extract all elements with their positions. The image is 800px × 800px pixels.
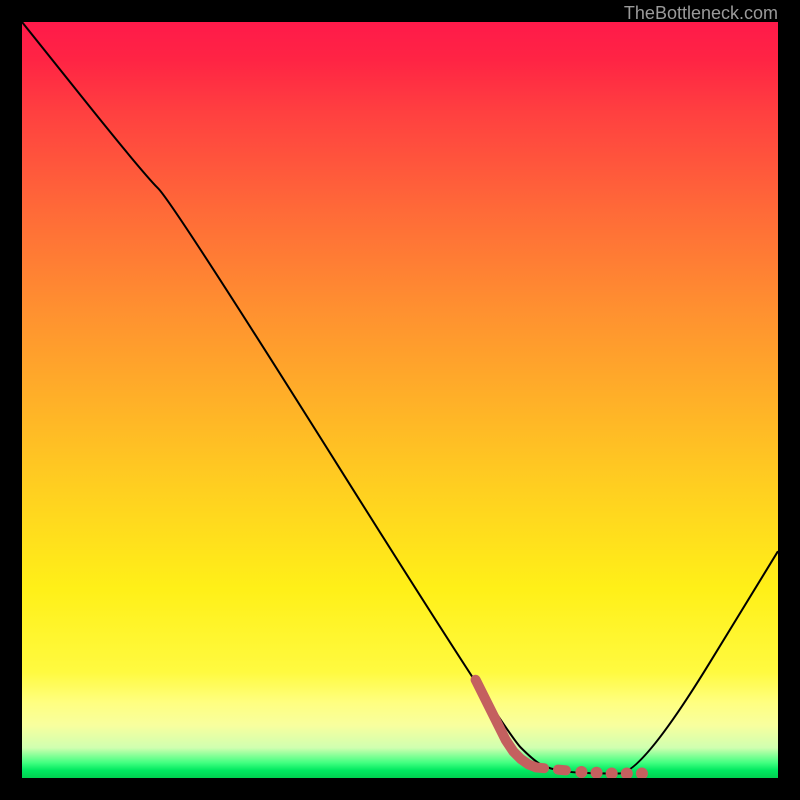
curves-svg — [22, 22, 778, 778]
attribution-label: TheBottleneck.com — [624, 3, 778, 24]
bottleneck-curve — [22, 22, 778, 773]
plot-area — [22, 22, 778, 778]
chart-container: TheBottleneck.com — [0, 0, 800, 800]
highlight-segment — [476, 680, 648, 778]
